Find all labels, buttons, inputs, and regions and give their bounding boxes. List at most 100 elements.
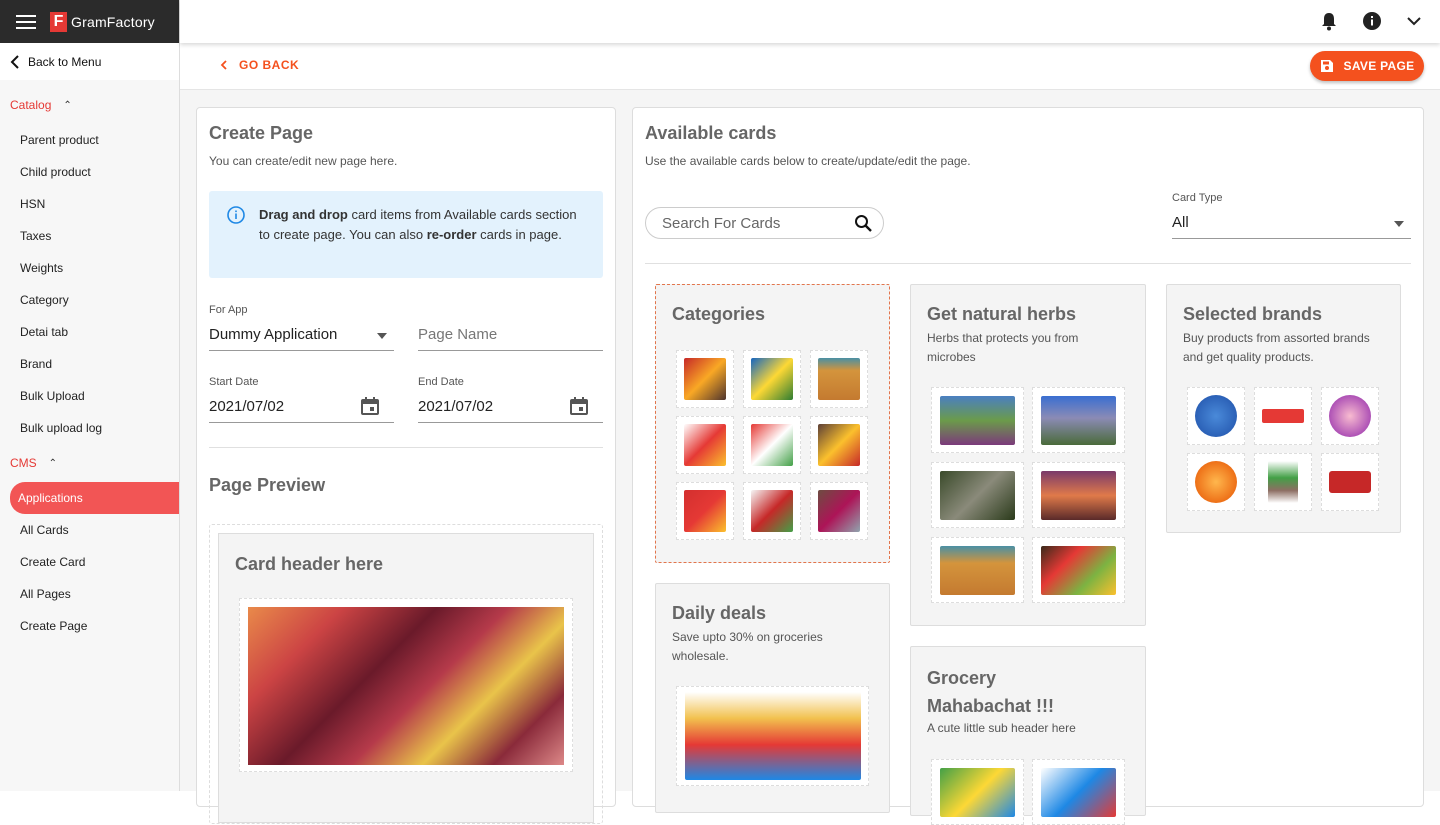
category-thumb [743, 416, 801, 474]
sidebar-item-category[interactable]: Category [0, 284, 179, 316]
sidebar-item-brand[interactable]: Brand [0, 348, 179, 380]
search-icon[interactable] [854, 214, 873, 233]
sidebar-item-weights[interactable]: Weights [0, 252, 179, 284]
sidebar-item-all-cards[interactable]: All Cards [0, 514, 179, 546]
sidebar-item-taxes[interactable]: Taxes [0, 220, 179, 252]
preview-card[interactable]: Card header here [218, 533, 594, 823]
section-label: Catalog [10, 98, 52, 112]
brand-logo-thumb [1187, 387, 1245, 445]
herb-thumb [1032, 462, 1125, 528]
card-subtitle: Save upto 30% on groceries wholesale. [672, 630, 823, 663]
preview-dropzone[interactable]: Card header here [209, 524, 603, 824]
info-outline-icon [227, 206, 245, 224]
create-page-subtitle: You can create/edit new page here. [209, 154, 398, 168]
sidebar-item-create-card[interactable]: Create Card [0, 546, 179, 578]
calendar-icon[interactable] [360, 396, 380, 416]
action-bar: GO BACK SAVE PAGE [180, 43, 1440, 90]
save-page-label: SAVE PAGE [1343, 59, 1415, 73]
create-page-panel: Create Page You can create/edit new page… [196, 107, 616, 824]
dropdown-arrow-icon[interactable] [377, 333, 387, 339]
chevron-left-icon [10, 54, 19, 69]
go-back-button[interactable]: GO BACK [220, 58, 299, 72]
card-type-label: Card Type [1172, 192, 1223, 204]
sidebar-item-child-product[interactable]: Child product [0, 156, 179, 188]
card-categories[interactable]: Categories [655, 284, 890, 563]
end-date-label: End Date [418, 376, 464, 388]
info-bold-1: Drag and drop [259, 207, 348, 222]
card-natural-herbs[interactable]: Get natural herbs Herbs that protects yo… [910, 284, 1146, 626]
brand-logo-thumb [1254, 453, 1312, 511]
card-type-select[interactable]: All [1172, 214, 1189, 231]
deals-image-frame [676, 686, 869, 786]
brand-logo-thumb [1187, 453, 1245, 511]
sidebar-section-catalog[interactable]: Catalog ⌃ [0, 80, 179, 116]
chevron-up-icon: ⌃ [48, 457, 58, 469]
herb-thumb [1032, 537, 1125, 603]
info-text-2: cards in page. [476, 227, 562, 242]
brand-name: GramFactory [71, 13, 155, 30]
search-input[interactable]: Search For Cards [662, 215, 780, 232]
dropdown-arrow-icon[interactable] [1394, 221, 1404, 227]
grocery-thumb [931, 759, 1024, 825]
sidebar-item-applications[interactable]: Applications [10, 482, 179, 514]
sidebar-item-all-pages[interactable]: All Pages [0, 578, 179, 610]
back-to-menu-label: Back to Menu [28, 54, 102, 69]
go-back-label: GO BACK [239, 58, 300, 72]
herb-thumb [1032, 387, 1125, 453]
sidebar-nav: Catalog ⌃ Parent product Child product H… [0, 80, 179, 791]
card-title: Selected brands [1183, 304, 1323, 324]
end-date-input[interactable]: 2021/07/02 [418, 398, 493, 415]
calendar-icon[interactable] [569, 396, 589, 416]
info-bold-2: re-order [426, 227, 477, 242]
info-icon[interactable] [1362, 11, 1382, 31]
brand-logo-thumb [1254, 387, 1312, 445]
herb-thumb [931, 387, 1024, 453]
chevron-down-icon[interactable] [1406, 16, 1422, 26]
sidebar-item-parent-product[interactable]: Parent product [0, 124, 179, 156]
save-icon [1320, 60, 1333, 72]
back-to-menu[interactable]: Back to Menu [0, 43, 179, 80]
sidebar-section-cms[interactable]: CMS ⌃ [0, 444, 179, 474]
card-title: Grocery Mahabachat !!! [927, 668, 1055, 716]
category-thumb [676, 416, 734, 474]
search-box[interactable]: Search For Cards [645, 207, 884, 239]
sidebar: F GramFactory Back to Menu Catalog ⌃ Par… [0, 0, 180, 791]
bell-icon[interactable] [1320, 11, 1338, 31]
card-title: Get natural herbs [927, 304, 1077, 324]
main-content: Create Page You can create/edit new page… [180, 90, 1440, 825]
section-label: CMS [10, 456, 37, 470]
save-page-button[interactable]: SAVE PAGE [1310, 51, 1424, 81]
info-banner: Drag and drop card items from Available … [209, 191, 603, 278]
brand-logo-thumb [1321, 453, 1379, 511]
category-thumb [743, 482, 801, 540]
chevron-left-icon [220, 60, 227, 70]
for-app-select[interactable]: Dummy Application [209, 326, 337, 343]
category-thumb [810, 416, 868, 474]
menu-icon[interactable] [16, 14, 36, 29]
category-thumb [676, 350, 734, 408]
brand-logo-thumb [1321, 387, 1379, 445]
create-page-title: Create Page [209, 123, 314, 143]
available-cards-panel: Available cards Use the available cards … [632, 107, 1424, 825]
card-title: Daily deals [672, 603, 767, 623]
sidebar-item-detail-tab[interactable]: Detai tab [0, 316, 179, 348]
for-app-label: For App [209, 304, 248, 316]
card-daily-deals[interactable]: Daily deals Save upto 30% on groceries w… [655, 583, 890, 813]
logo-icon: F [50, 11, 67, 32]
card-subtitle: A cute little sub header here [927, 721, 1076, 735]
sidebar-item-create-page[interactable]: Create Page [0, 610, 179, 642]
category-thumb [810, 482, 868, 540]
sidebar-item-bulk-upload-log[interactable]: Bulk upload log [0, 412, 179, 444]
top-bar [180, 0, 1440, 43]
sidebar-item-hsn[interactable]: HSN [0, 188, 179, 220]
start-date-label: Start Date [209, 376, 259, 388]
chevron-up-icon: ⌃ [63, 99, 72, 111]
available-cards-subtitle: Use the available cards below to create/… [645, 154, 971, 168]
page-name-input[interactable]: Page Name [418, 326, 497, 343]
sidebar-item-bulk-upload[interactable]: Bulk Upload [0, 380, 179, 412]
herb-thumb [931, 462, 1024, 528]
category-thumb [810, 350, 868, 408]
preview-card-header: Card header here [235, 554, 384, 574]
card-selected-brands[interactable]: Selected brands Buy products from assort… [1166, 284, 1401, 533]
start-date-input[interactable]: 2021/07/02 [209, 398, 284, 415]
